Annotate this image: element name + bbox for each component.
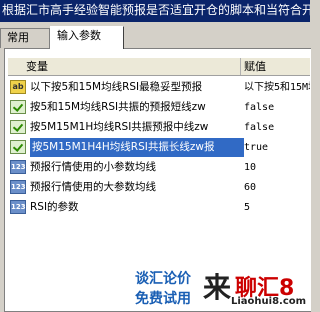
window-title-bar: 根据汇市高手经验智能预报是否适宜开仓的脚本和当符合开: [0, 0, 310, 22]
number-icon: 123: [10, 180, 26, 194]
check-icon: [10, 120, 26, 134]
column-header-variable[interactable]: 变量: [26, 58, 48, 75]
row-value[interactable]: false: [244, 118, 310, 137]
number-icon: 123: [10, 160, 26, 174]
row-value[interactable]: 以下按5和15M均线: [244, 78, 310, 97]
tab-strip: 常用 输入参数: [0, 26, 310, 49]
row-label: 按5M15M1H均线RSI共振预报中线zw: [30, 121, 209, 133]
column-header-value[interactable]: 赋值: [244, 58, 266, 75]
ab-icon: ab: [10, 80, 26, 94]
row-label: 预报行情使用的大参数均线: [30, 181, 156, 193]
column-divider[interactable]: [240, 58, 241, 75]
tab-common[interactable]: 常用: [0, 28, 50, 48]
table-row[interactable]: ab 以下按5和15M均线RSI最稳妥型预报 以下按5和15M均线: [8, 78, 310, 97]
watermark-line2: 免费试用: [135, 291, 191, 307]
check-icon: [10, 140, 26, 154]
table-row[interactable]: 按5M15M1H均线RSI共振预报中线zw false: [8, 118, 310, 137]
row-value[interactable]: true: [244, 138, 310, 157]
table-row[interactable]: 123 RSI的参数 5: [8, 198, 310, 217]
row-label: 按5M15M1H4H均线RSI共振长线zw报: [30, 138, 244, 157]
table-row[interactable]: 按5和15M均线RSI共振的预报短线zw false: [8, 98, 310, 117]
row-value[interactable]: 60: [244, 178, 310, 197]
check-icon: [10, 100, 26, 114]
row-label: 预报行情使用的小参数均线: [30, 161, 156, 173]
window-title: 根据汇市高手经验智能预报是否适宜开仓的脚本和当符合开: [2, 3, 310, 17]
row-value[interactable]: 10: [244, 158, 310, 177]
watermark-line1: 谈汇论价: [135, 271, 191, 287]
row-value[interactable]: false: [244, 98, 310, 117]
row-label: 以下按5和15M均线RSI最稳妥型预报: [30, 81, 203, 93]
row-label: RSI的参数: [30, 201, 79, 213]
watermark-url: Liaohui8.com: [231, 296, 307, 307]
watermark-big-char: 来: [203, 271, 232, 304]
row-label: 按5和15M均线RSI共振的预报短线zw: [30, 101, 206, 113]
table-row-selected[interactable]: 按5M15M1H4H均线RSI共振长线zw报 true: [8, 138, 310, 157]
table-row[interactable]: 123 预报行情使用的大参数均线 60: [8, 178, 310, 197]
table-row[interactable]: 123 预报行情使用的小参数均线 10: [8, 158, 310, 177]
watermark-logo: 谈汇论价 免费试用 来 聊汇8 Liaohui8.com: [135, 262, 310, 310]
number-icon: 123: [10, 200, 26, 214]
tab-input-parameters[interactable]: 输入参数: [50, 26, 124, 49]
table-header: 变量 赋值: [8, 58, 310, 76]
row-value[interactable]: 5: [244, 198, 310, 217]
